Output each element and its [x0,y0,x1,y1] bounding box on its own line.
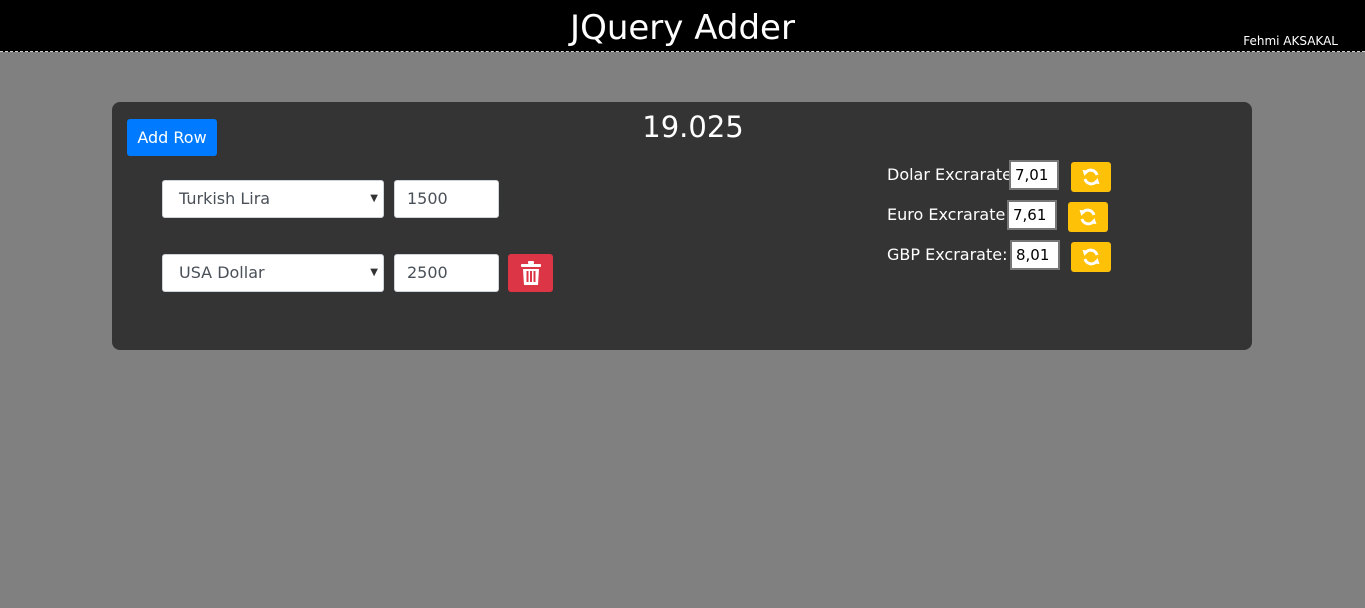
author-name: Fehmi AKSAKAL [1243,34,1338,48]
gbp-rate-input[interactable]: 8,01 [1010,240,1060,270]
total-value: 19.025 [642,110,744,144]
adder-panel: Add Row 19.025 Turkish Lira ▼ 1500 USA D… [112,102,1252,350]
page-title: JQuery Adder [570,8,795,48]
caret-down-icon: ▼ [370,267,378,278]
refresh-icon [1079,208,1097,226]
amount-input[interactable]: 1500 [394,180,499,218]
refresh-euro-button[interactable] [1068,202,1108,232]
gbp-rate-label: GBP Excrarate: [887,245,1008,264]
trash-icon [520,261,541,285]
currency-select-value: Turkish Lira [179,189,271,208]
caret-down-icon: ▼ [370,193,378,204]
euro-rate-input[interactable]: 7,61 [1007,200,1057,230]
app-header: JQuery Adder Fehmi AKSAKAL [0,0,1365,52]
amount-input[interactable]: 2500 [394,254,499,292]
currency-select[interactable]: Turkish Lira ▼ [162,180,384,218]
refresh-icon [1082,168,1100,186]
dolar-rate-input[interactable]: 7,01 [1009,160,1059,190]
refresh-icon [1082,248,1100,266]
currency-select[interactable]: USA Dollar ▼ [162,254,384,292]
add-row-button[interactable]: Add Row [127,119,217,156]
euro-rate-label: Euro Excrarate: [887,205,1011,224]
currency-select-value: USA Dollar [179,263,265,282]
refresh-dolar-button[interactable] [1071,162,1111,192]
dolar-rate-label: Dolar Excrarate: [887,165,1018,184]
delete-row-button[interactable] [508,254,553,292]
refresh-gbp-button[interactable] [1071,242,1111,272]
